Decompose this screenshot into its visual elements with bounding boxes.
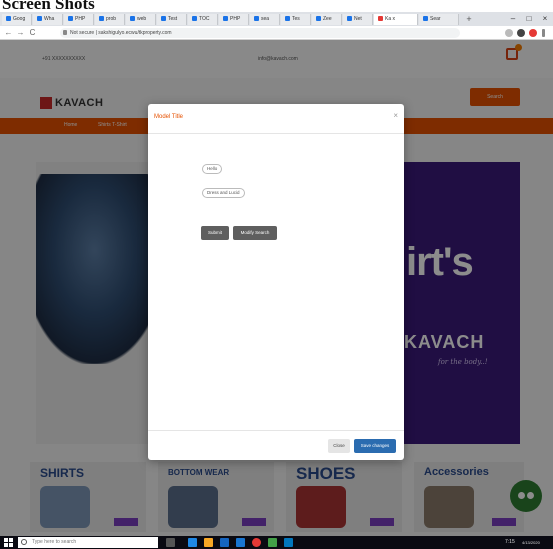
browser-toolbar: ← → C Not secure | sakshigulyo.ecwu/tkpr…	[0, 26, 553, 40]
tab-label: sea	[261, 16, 270, 22]
browser-tab[interactable]: Tes	[281, 14, 311, 25]
browser-tab[interactable]: Net	[343, 14, 373, 25]
tab-favicon-icon	[37, 16, 42, 22]
menu-kebab-icon[interactable]	[542, 29, 545, 37]
task-view-icon[interactable]	[166, 538, 175, 547]
caption-strip: Screen Shots	[0, 0, 553, 12]
tab-label: Test	[168, 16, 178, 22]
modal-dialog: Model Title × Hello Dress and Lucid Subm…	[148, 104, 404, 460]
search-icon	[21, 539, 27, 545]
filter-chip[interactable]: Hello	[202, 164, 223, 174]
screenshot-root: Screen Shots Goog Wha PHP prob web Test …	[0, 0, 553, 549]
tab-label: Goog	[13, 16, 26, 22]
chrome-icon[interactable]	[252, 538, 261, 547]
tab-favicon-icon	[347, 16, 352, 22]
tab-label: Tes	[292, 16, 300, 22]
tab-favicon-icon	[192, 16, 197, 22]
tab-favicon-icon	[316, 16, 321, 22]
tab-label: web	[137, 16, 147, 22]
modal-close-icon[interactable]: ×	[393, 111, 398, 120]
browser-tab[interactable]: Zee	[312, 14, 342, 25]
browser-tab[interactable]: Test	[157, 14, 187, 25]
modal-header: Model Title ×	[148, 104, 404, 134]
store-icon[interactable]	[220, 538, 229, 547]
new-tab-button[interactable]: +	[464, 14, 474, 24]
clock-time[interactable]: 7:15	[505, 539, 515, 545]
maximize-button[interactable]: □	[522, 13, 536, 25]
tab-favicon-icon	[423, 16, 428, 22]
caption-text: Screen Shots	[2, 0, 95, 12]
taskbar-search-input[interactable]: Type here to search	[18, 537, 158, 548]
browser-tabbar: Goog Wha PHP prob web Test TOC PHP sea T…	[0, 12, 553, 26]
tab-label: Ka x	[385, 16, 396, 22]
tab-favicon-icon	[130, 16, 135, 22]
edge-icon[interactable]	[188, 538, 197, 547]
close-window-button[interactable]: ×	[538, 13, 552, 25]
tab-label: Sear	[430, 16, 441, 22]
reload-button[interactable]: C	[28, 28, 37, 38]
os-taskbar: Type here to search 7:15 4/13/2020	[0, 536, 553, 549]
tab-label: Zee	[323, 16, 332, 22]
file-explorer-icon[interactable]	[204, 538, 213, 547]
browser-tab[interactable]: prob	[95, 14, 125, 25]
browser-tab[interactable]: Sear	[419, 14, 459, 25]
clock-date[interactable]: 4/13/2020	[522, 540, 540, 545]
star-icon[interactable]	[505, 29, 513, 37]
tab-label: Wha	[44, 16, 55, 22]
browser-tab[interactable]: web	[126, 14, 156, 25]
browser-tab[interactable]: PHP	[64, 14, 94, 25]
browser-tab[interactable]: TOC	[188, 14, 218, 25]
not-secure-icon	[63, 30, 67, 35]
modify-search-button[interactable]: Modify Search	[233, 226, 277, 240]
extension-icon[interactable]	[517, 29, 525, 37]
mail-icon[interactable]	[236, 538, 245, 547]
profile-avatar[interactable]	[529, 29, 537, 37]
submit-button[interactable]: Submit	[201, 226, 229, 240]
forward-button[interactable]: →	[16, 28, 25, 38]
tab-favicon-icon	[223, 16, 228, 22]
tab-label: prob	[106, 16, 117, 22]
browser-tab-active[interactable]: Ka x	[374, 14, 418, 25]
tab-label: PHP	[75, 16, 86, 22]
taskbar-search-placeholder: Type here to search	[32, 539, 77, 545]
web-page: +91 XXXXXXXXXX info@kavach.com KAVACH Se…	[0, 40, 553, 536]
browser-tab[interactable]: PHP	[219, 14, 249, 25]
minimize-button[interactable]: –	[506, 13, 520, 25]
save-changes-button[interactable]: Save changes	[354, 439, 396, 453]
back-button[interactable]: ←	[4, 28, 13, 38]
browser-tab[interactable]: sea	[250, 14, 280, 25]
address-bar[interactable]: Not secure | sakshigulyo.ecwu/tkproperty…	[60, 28, 460, 38]
tab-label: Net	[354, 16, 362, 22]
tab-label: TOC	[199, 16, 210, 22]
filter-chip[interactable]: Dress and Lucid	[202, 188, 245, 198]
tab-favicon-icon	[285, 16, 290, 22]
app-icon[interactable]	[268, 538, 277, 547]
tab-favicon-icon	[99, 16, 104, 22]
tab-label: PHP	[230, 16, 241, 22]
windows-start-icon[interactable]	[4, 538, 13, 547]
tab-favicon-icon	[6, 16, 11, 22]
app-icon[interactable]	[284, 538, 293, 547]
tab-favicon-icon	[254, 16, 259, 22]
close-button[interactable]: Close	[328, 439, 350, 453]
tab-favicon-icon	[161, 16, 166, 22]
modal-footer: Close Save changes	[148, 430, 404, 460]
tab-favicon-icon	[68, 16, 73, 22]
address-text: Not secure | sakshigulyo.ecwu/tkproperty…	[70, 30, 172, 36]
modal-title: Model Title	[154, 114, 184, 120]
browser-tab[interactable]: Wha	[33, 14, 63, 25]
tab-favicon-icon	[378, 16, 383, 22]
browser-tab[interactable]: Goog	[2, 14, 32, 25]
